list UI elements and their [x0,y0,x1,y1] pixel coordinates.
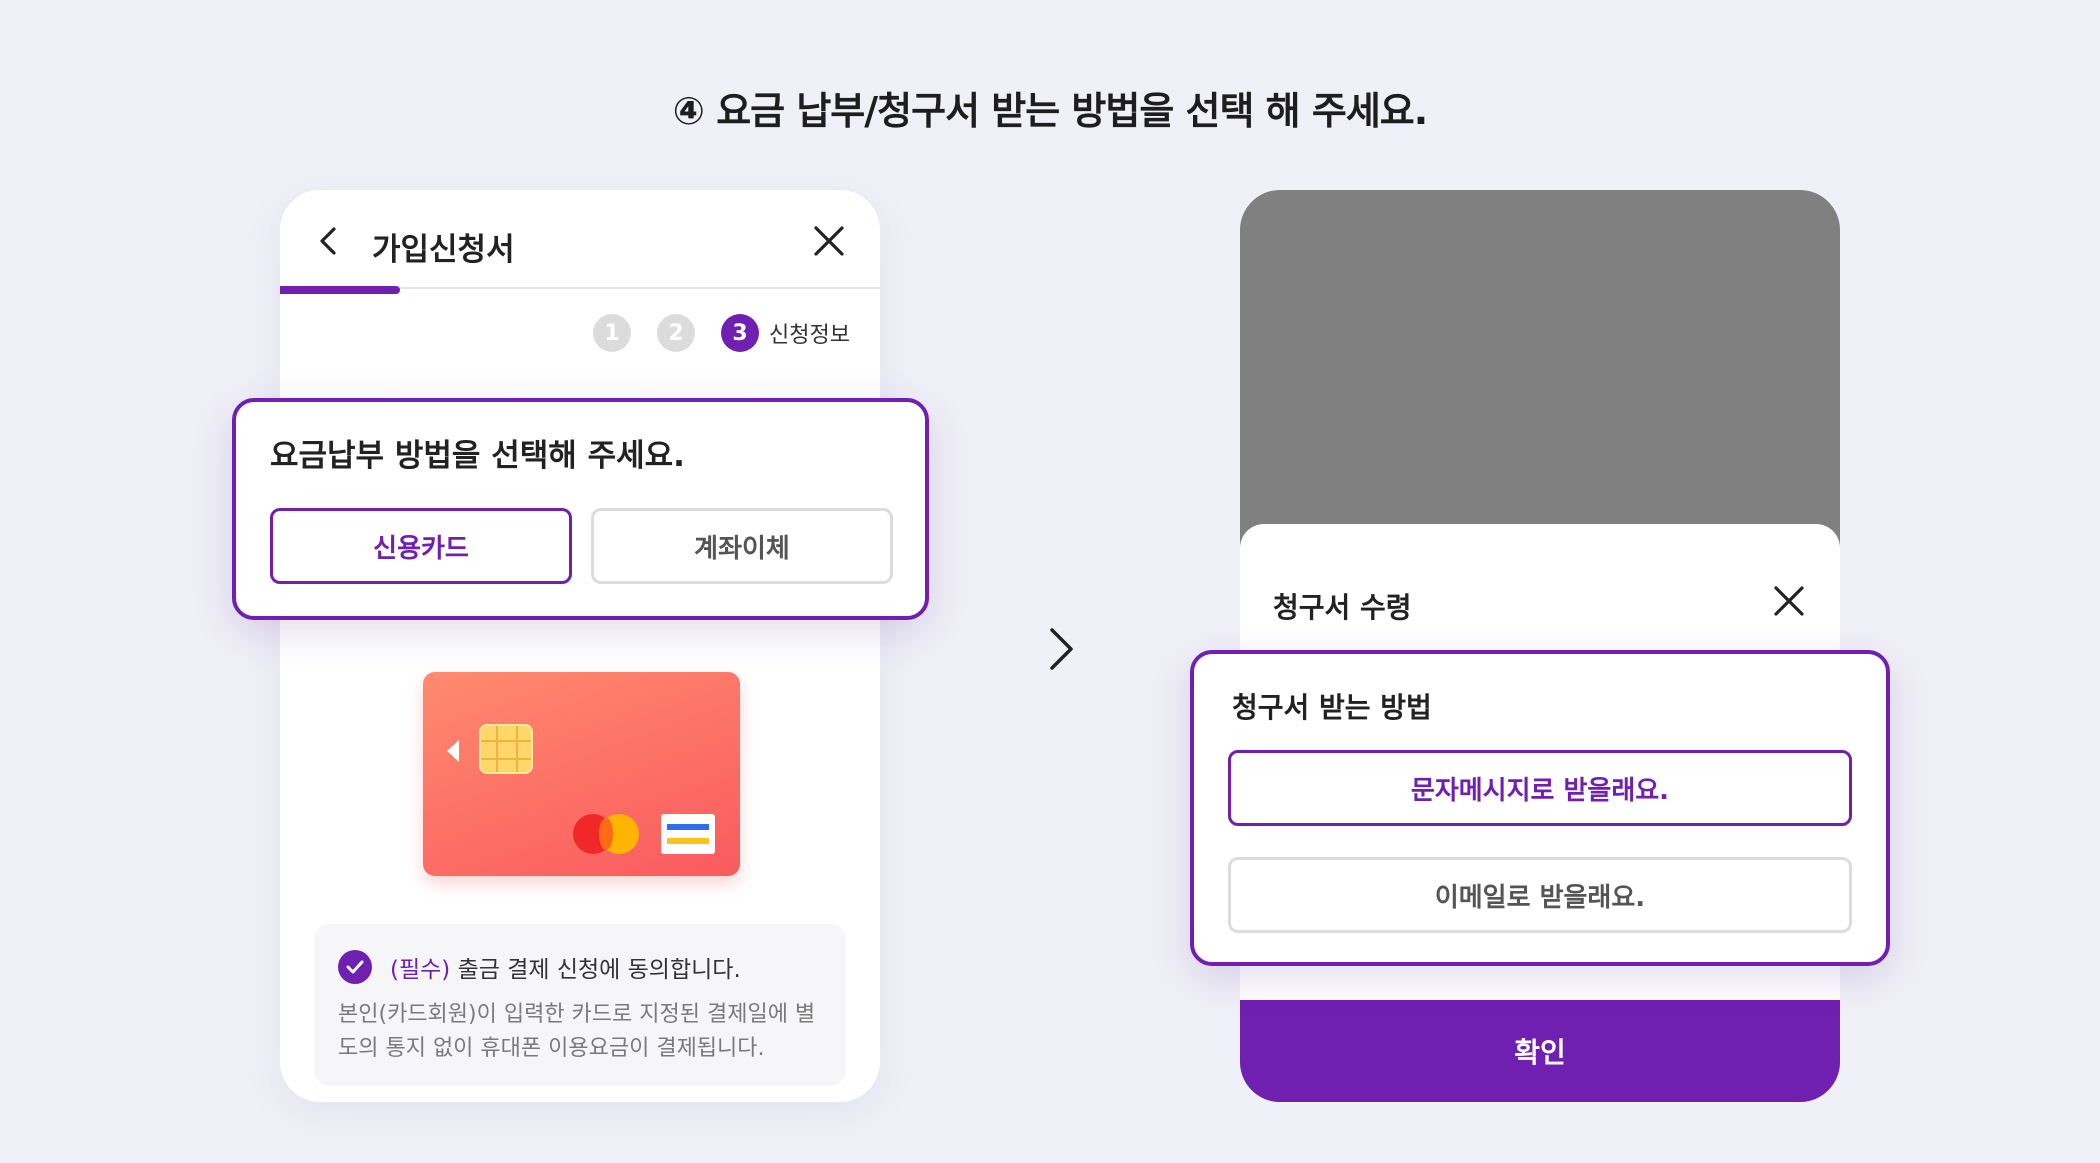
close-icon[interactable] [812,224,846,258]
confirm-button[interactable]: 확인 [1240,1000,1840,1102]
payment-method-popup: 요금납부 방법을 선택해 주세요. 신용카드 계좌이체 [232,398,929,620]
step-3-active: 3 [721,314,760,352]
step-2: 2 [657,314,696,352]
credit-card-illustration [423,672,740,876]
chevron-left-icon[interactable] [314,226,344,256]
left-phone-screen: 가입신청서 1 2 3 신청정보 (필수) 출금 결제 신청에 동의합니다. 본… [280,190,880,1102]
sheet-title: 청구서 수령 [1273,591,1412,624]
agreement-box: (필수) 출금 결제 신청에 동의합니다. 본인(카드회원)이 입력한 카드로 … [314,924,846,1086]
agreement-text: 출금 결제 신청에 동의합니다. [450,957,741,983]
mastercard-overlap-icon [599,818,613,850]
page-title: 가입신청서 [372,232,515,268]
bill-popup-title: 청구서 받는 방법 [1232,691,1432,724]
step-1: 1 [593,314,632,352]
check-circle-icon[interactable] [338,950,372,984]
left-header: 가입신청서 [280,190,880,290]
card-brand-icon [661,814,715,854]
step-label: 신청정보 [769,323,850,348]
card-chip-icon [479,724,533,774]
required-tag: (필수) [390,957,451,983]
step-indicator: 1 2 3 신청정보 [593,314,850,352]
email-option[interactable]: 이메일로 받을래요. [1228,857,1852,933]
close-icon[interactable] [1772,584,1806,618]
agreement-description: 본인(카드회원)이 입력한 카드로 지정된 결제일에 별도의 통지 없이 휴대폰… [338,1002,816,1061]
agreement-line[interactable]: (필수) 출금 결제 신청에 동의합니다. [390,950,741,984]
credit-card-option[interactable]: 신용카드 [270,508,572,584]
chevron-right-icon [1046,626,1076,672]
bill-method-popup: 청구서 받는 방법 문자메시지로 받을래요. 이메일로 받을래요. [1190,650,1890,966]
payment-popup-title: 요금납부 방법을 선택해 주세요. [270,438,685,474]
progress-bar [280,286,400,294]
card-arrow-icon [447,740,459,762]
sms-option[interactable]: 문자메시지로 받을래요. [1228,750,1852,826]
page-headline: ④ 요금 납부/청구서 받는 방법을 선택 해 주세요. [672,89,1428,133]
bank-transfer-option[interactable]: 계좌이체 [591,508,893,584]
